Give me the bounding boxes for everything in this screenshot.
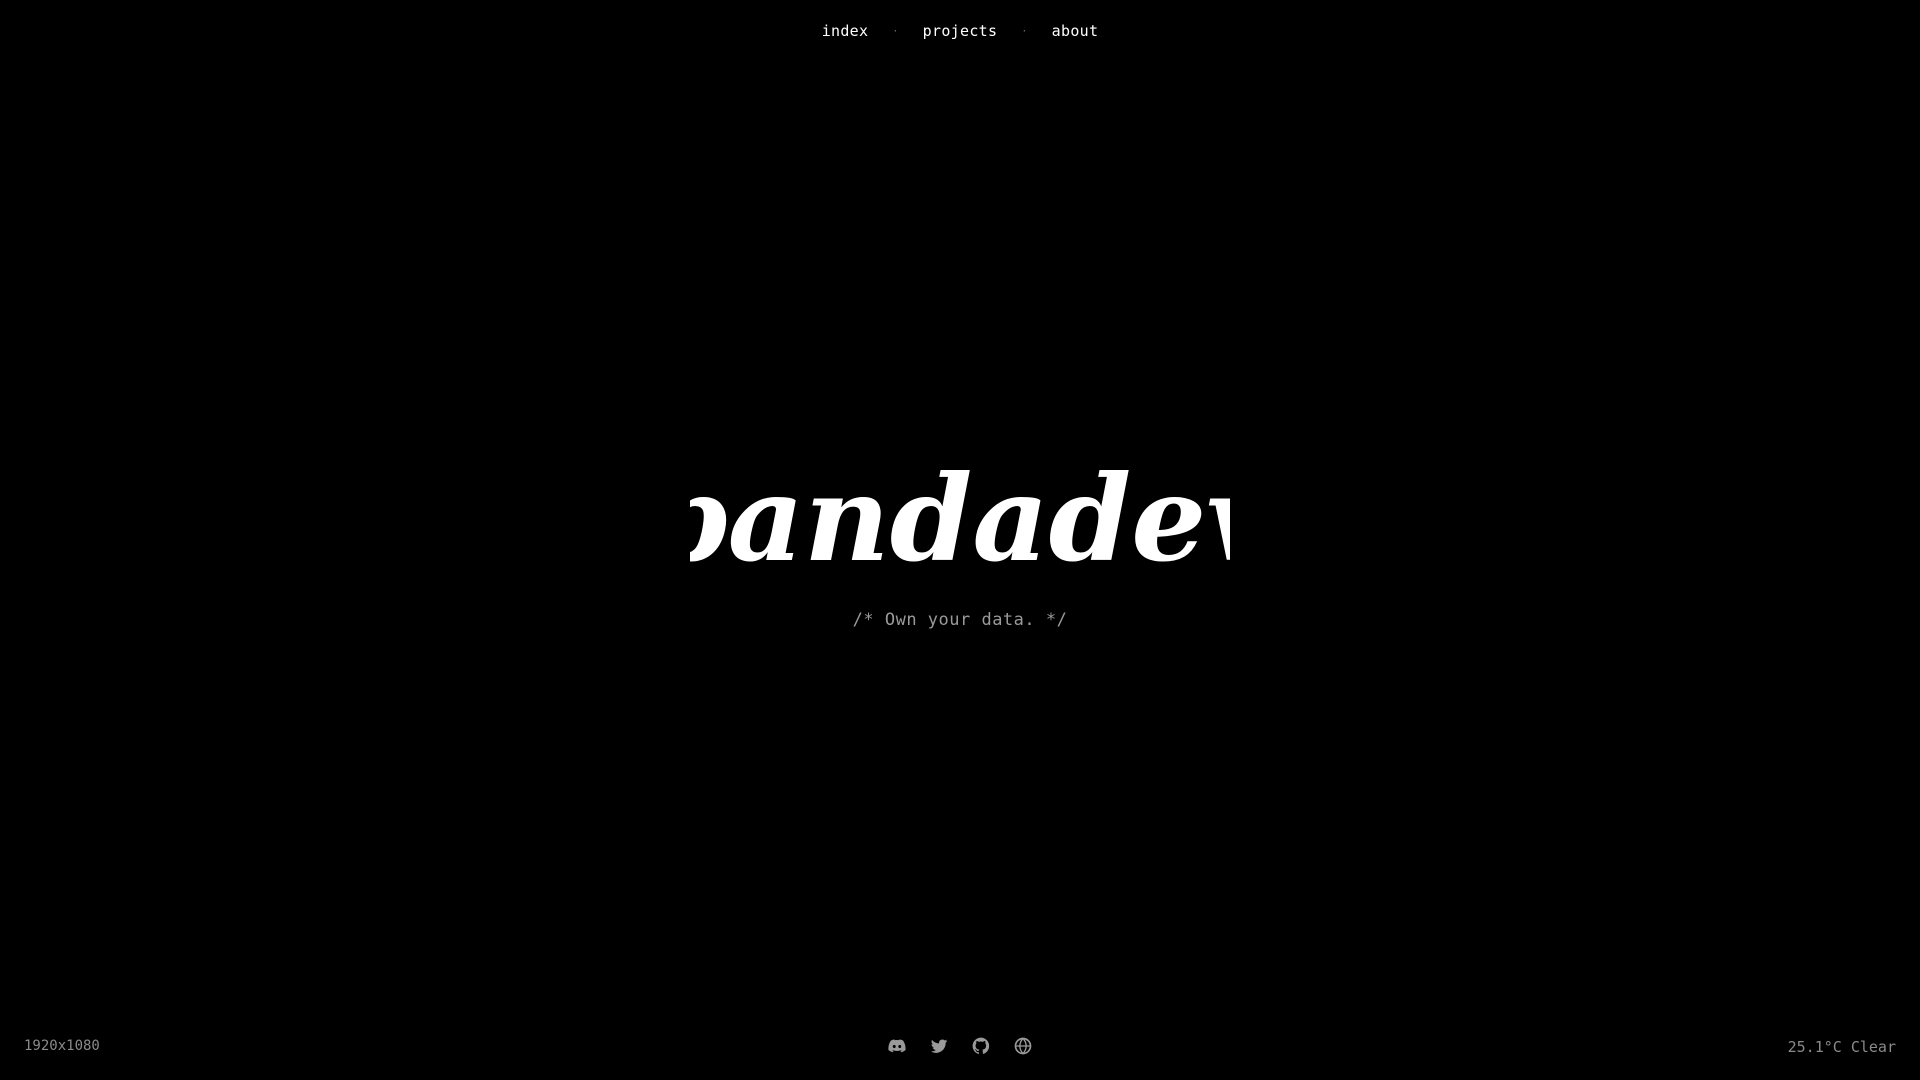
nav-separator: · — [1021, 25, 1028, 37]
tagline: /* Own your data. */ — [852, 610, 1068, 630]
logo-text: pandadev — [690, 455, 1230, 588]
twitter-icon — [930, 1039, 948, 1053]
nav-item-index[interactable]: index — [822, 22, 869, 40]
twitter-link[interactable] — [929, 1036, 949, 1056]
nav-separator: · — [892, 25, 899, 37]
github-link[interactable] — [971, 1036, 991, 1056]
nav-item-projects[interactable]: projects — [923, 22, 998, 40]
discord-link[interactable] — [887, 1036, 907, 1056]
hero: pandadev /* Own your data. */ — [0, 455, 1920, 630]
discord-icon — [888, 1039, 906, 1053]
social-links — [0, 1036, 1920, 1056]
website-link[interactable] — [1013, 1036, 1033, 1056]
github-icon — [972, 1037, 990, 1054]
page: index · projects · about pandadev /* Own… — [0, 0, 1920, 1080]
top-nav: index · projects · about — [0, 22, 1920, 40]
site-logo: pandadev — [690, 455, 1230, 588]
weather-readout: 25.1°C Clear — [1787, 1038, 1896, 1056]
nav-item-about[interactable]: about — [1052, 22, 1099, 40]
globe-icon — [1014, 1037, 1032, 1055]
